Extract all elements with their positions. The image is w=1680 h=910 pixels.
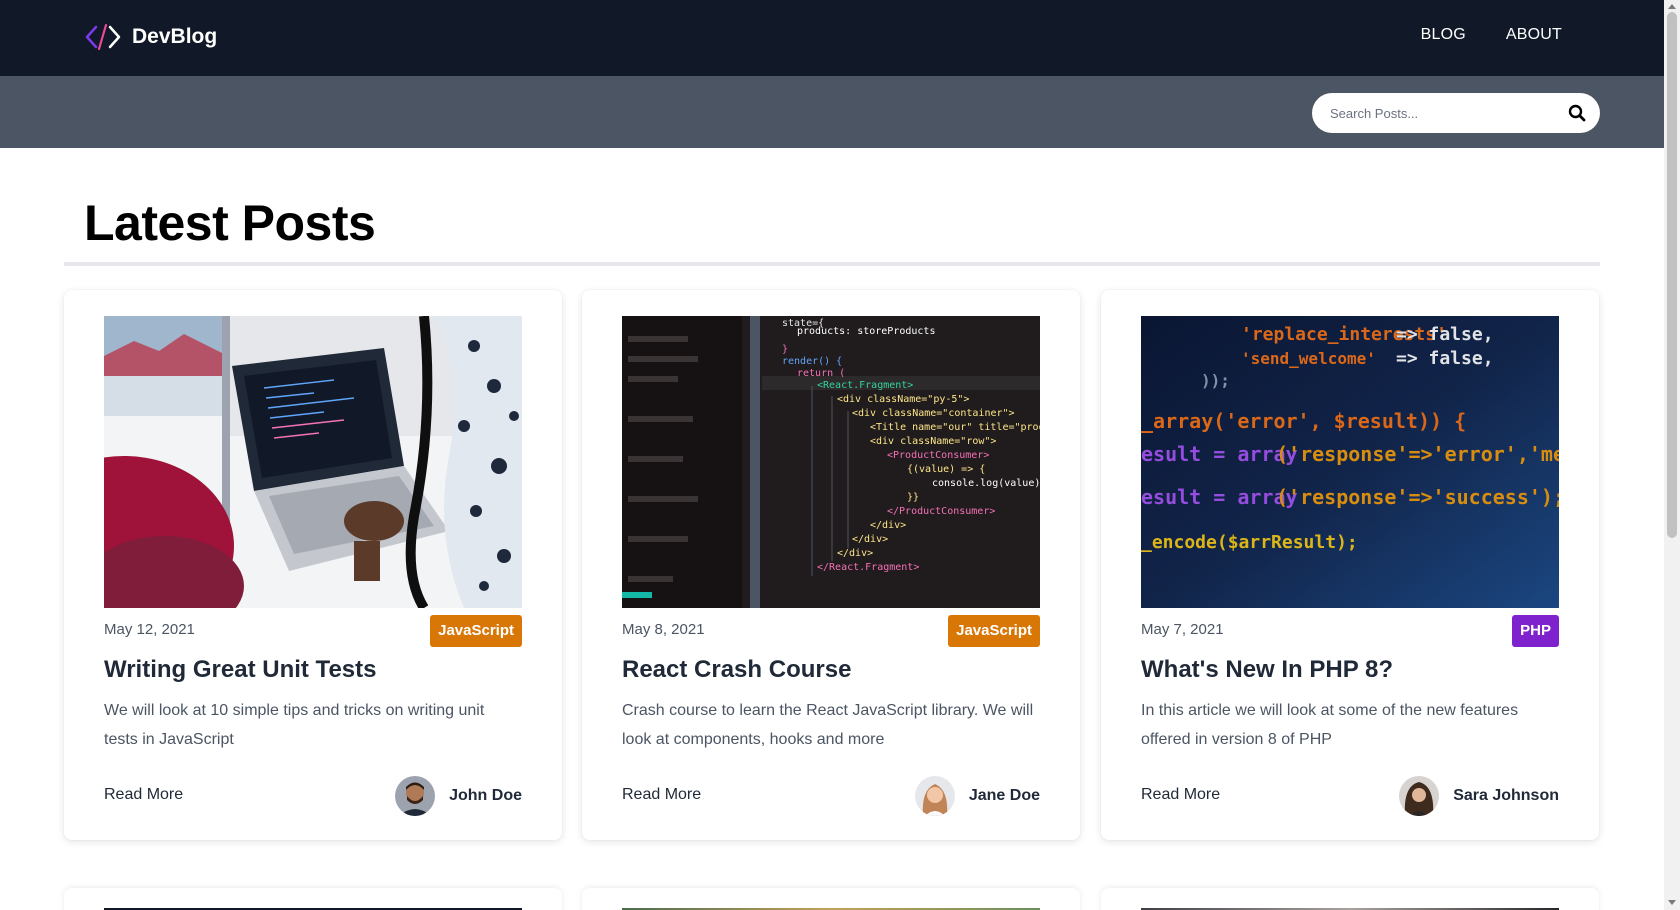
scroll-thumb[interactable] (1667, 12, 1677, 538)
svg-text:return (: return ( (797, 368, 845, 379)
post-card: state={ products: storeProducts } render… (582, 290, 1080, 840)
svg-text:{(value) => {: {(value) => { (907, 464, 985, 475)
read-more-link[interactable]: Read More (104, 786, 183, 804)
brand-name: DevBlog (132, 25, 218, 48)
post-author: Jane Doe (914, 776, 1040, 816)
svg-text:</ProductConsumer>: </ProductConsumer> (887, 506, 995, 517)
search-icon[interactable] (1568, 104, 1586, 127)
svg-text:<div className="row">: <div className="row"> (870, 436, 996, 447)
svg-text:<React.Fragment>: <React.Fragment> (817, 380, 913, 391)
post-card: 'replace_interests' => false, 'send_welc… (1101, 290, 1599, 840)
nav-links: BLOG ABOUT (1421, 26, 1562, 44)
search-input[interactable] (1330, 103, 1550, 123)
post-image[interactable]: state={ products: storeProducts } render… (622, 316, 1040, 608)
svg-text:}}: }} (907, 492, 919, 503)
top-navbar: DevBlog BLOG ABOUT (0, 0, 1664, 76)
avatar (1399, 776, 1440, 816)
author-name: John Doe (449, 787, 522, 804)
post-date: May 12, 2021 (104, 621, 195, 638)
post-title[interactable]: Writing Great Unit Tests (104, 656, 376, 684)
read-more-link[interactable]: Read More (622, 786, 701, 804)
avatar (914, 776, 955, 816)
post-title[interactable]: What's New In PHP 8? (1141, 656, 1393, 684)
post-excerpt: We will look at 10 simple tips and trick… (104, 702, 485, 748)
post-card-partial (582, 888, 1080, 910)
svg-text:<div className="py-5">: <div className="py-5"> (837, 394, 969, 405)
nav-link-blog[interactable]: BLOG (1421, 26, 1466, 44)
post-excerpt: In this article we will look at some of … (1141, 702, 1519, 748)
svg-text:<ProductConsumer>: <ProductConsumer> (887, 450, 989, 461)
category-badge[interactable]: PHP (1512, 615, 1559, 647)
scroll-up-icon[interactable] (1668, 4, 1676, 9)
post-excerpt: Crash course to learn the React JavaScri… (622, 702, 1034, 748)
scroll-down-icon[interactable] (1668, 900, 1676, 905)
brand-link[interactable]: DevBlog (84, 22, 217, 52)
author-name: Jane Doe (968, 787, 1040, 804)
post-date: May 7, 2021 (1141, 621, 1224, 638)
post-date: May 8, 2021 (622, 621, 705, 638)
svg-text:console.log(value): console.log(value) (932, 478, 1040, 489)
post-title[interactable]: React Crash Course (622, 656, 851, 684)
post-card-partial (64, 888, 562, 910)
svg-text:render() {: render() { (782, 356, 842, 367)
svg-text:<div className="container">: <div className="container"> (852, 408, 1015, 419)
avatar (395, 776, 436, 816)
author-name: Sara Johnson (1453, 787, 1559, 804)
post-image[interactable] (104, 316, 522, 608)
post-author: Sara Johnson (1399, 776, 1559, 816)
post-image[interactable]: 'replace_interests' => false, 'send_welc… (1141, 316, 1559, 608)
post-card: May 12, 2021 JavaScript Writing Great Un… (64, 290, 562, 840)
nav-link-about[interactable]: ABOUT (1506, 26, 1562, 44)
svg-text:<Title name="our" title="produ: <Title name="our" title="product (870, 422, 1040, 433)
page-title: Latest Posts (84, 195, 376, 251)
post-author: John Doe (395, 776, 522, 816)
code-brackets-icon (84, 22, 122, 52)
title-divider (64, 262, 1600, 266)
category-badge[interactable]: JavaScript (948, 615, 1040, 647)
svg-text:</div>: </div> (837, 548, 873, 559)
page-scrollbar[interactable] (1664, 0, 1680, 910)
svg-text:</div>: </div> (870, 520, 906, 531)
svg-text:}: } (782, 344, 788, 355)
svg-text:</div>: </div> (852, 534, 888, 545)
svg-text:</React.Fragment>: </React.Fragment> (817, 562, 919, 573)
post-card-partial (1101, 888, 1599, 910)
read-more-link[interactable]: Read More (1141, 786, 1220, 804)
svg-text:products: storeProducts: products: storeProducts (797, 326, 935, 337)
category-badge[interactable]: JavaScript (430, 615, 522, 647)
search-box (1312, 93, 1600, 133)
